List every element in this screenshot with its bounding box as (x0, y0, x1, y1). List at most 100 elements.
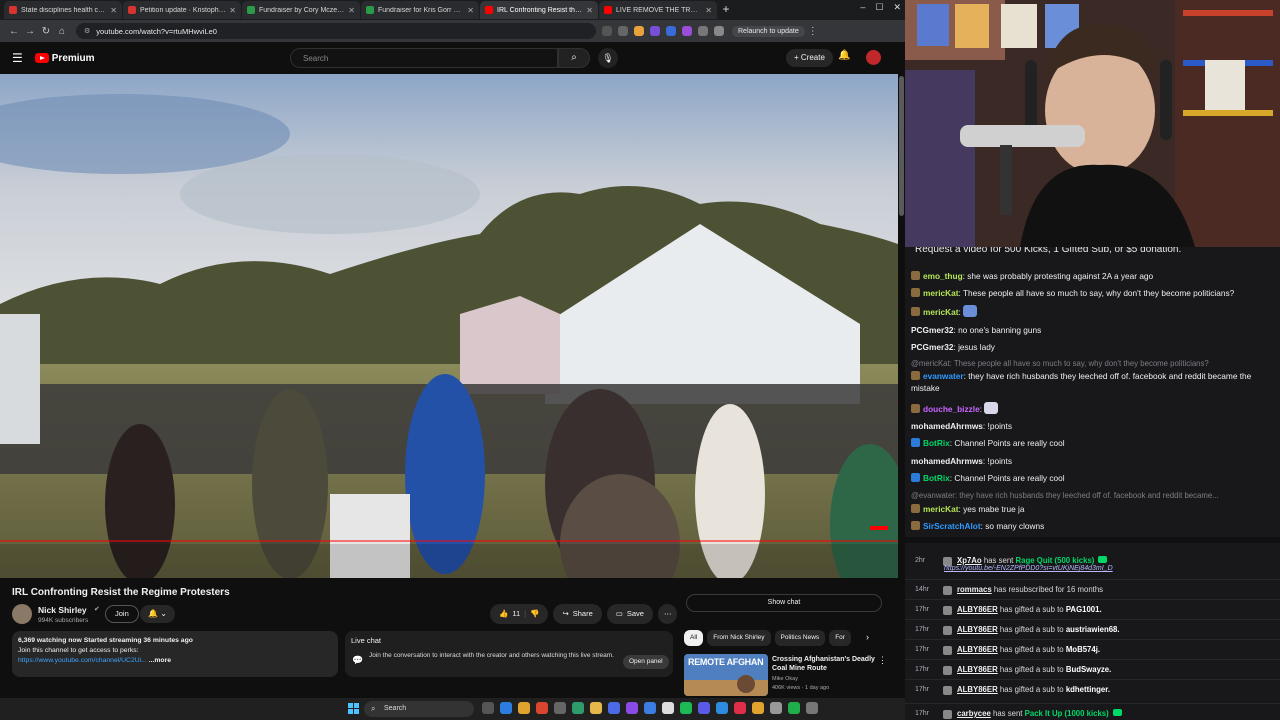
chat-username[interactable]: PCGmer32 (911, 342, 953, 352)
app-icon[interactable] (536, 702, 548, 714)
minimize-icon[interactable]: – (860, 2, 865, 13)
chat-username[interactable]: mericKat (923, 307, 959, 317)
puzzle-icon[interactable] (698, 26, 708, 36)
chat-username[interactable]: BotRix (923, 473, 950, 483)
create-button[interactable]: + Create (786, 49, 833, 67)
recommended-video[interactable]: REMOTE AFGHAN Crossing Afghanistan's Dea… (684, 654, 894, 696)
youtube-logo[interactable]: Premium (34, 53, 95, 64)
close-tab-icon[interactable]: ✕ (586, 6, 593, 15)
file-explorer-icon[interactable] (590, 702, 602, 714)
channel-link[interactable]: https://www.youtube.com/channel/UC2Ui... (18, 657, 147, 664)
spotify-icon[interactable] (680, 702, 692, 714)
relaunch-button[interactable]: Relaunch to update (732, 25, 805, 37)
join-button[interactable]: Join (105, 605, 139, 623)
notification-settings-button[interactable]: 🔔 ⌄ (140, 605, 175, 623)
close-tab-icon[interactable]: ✕ (229, 6, 236, 15)
chat-username[interactable]: douche_bizzle (923, 404, 980, 414)
channel-avatar[interactable] (12, 604, 32, 624)
page-scrollbar[interactable] (898, 74, 905, 696)
close-tab-icon[interactable]: ✕ (467, 6, 474, 15)
recommended-thumbnail[interactable]: REMOTE AFGHAN (684, 654, 768, 696)
account-avatar[interactable] (866, 50, 881, 65)
forward-icon[interactable]: → (22, 26, 38, 37)
show-chat-button[interactable]: Show chat (686, 594, 882, 612)
event-user[interactable]: carbycee (957, 709, 991, 718)
extension-icon[interactable] (666, 26, 676, 36)
save-button[interactable]: ▭ Save (606, 604, 653, 624)
chat-username[interactable]: emo_thug (923, 271, 963, 281)
extension-icon[interactable] (682, 26, 692, 36)
browser-tab[interactable]: IRL Confronting Resist the R ✕ (480, 1, 598, 19)
back-icon[interactable]: ← (6, 26, 22, 37)
kebab-menu-icon[interactable]: ⋮ (805, 26, 821, 37)
more-link[interactable]: ...more (149, 657, 171, 664)
app-icon[interactable] (608, 702, 620, 714)
app-icon[interactable] (644, 702, 656, 714)
chat-username[interactable]: PCGmer32 (911, 325, 953, 335)
event-user[interactable]: ALBY86ER (957, 665, 998, 674)
browser-tab[interactable]: Fundraiser by Cory Mczenna : ✕ (242, 1, 360, 19)
taskbar-search[interactable]: ⌕ Search (364, 701, 474, 717)
browser-tab[interactable]: LIVE REMOVE THE TRUMP REG✕ (599, 1, 717, 19)
site-info-icon[interactable]: ⚙ (84, 27, 90, 35)
chevron-right-icon[interactable]: › (866, 632, 869, 642)
extension-icon[interactable] (650, 26, 660, 36)
event-user[interactable]: ALBY86ER (957, 645, 998, 654)
more-actions-icon[interactable]: ⋯ (657, 604, 678, 624)
like-button[interactable]: 👍 11 | 👎 (490, 604, 549, 624)
event-user[interactable]: rommacs (957, 585, 992, 594)
windows-start-icon[interactable] (348, 703, 359, 714)
scrollbar-thumb[interactable] (899, 76, 904, 216)
open-panel-button[interactable]: Open panel (623, 655, 669, 669)
video-player[interactable] (0, 74, 898, 578)
event-user[interactable]: ALBY86ER (957, 685, 998, 694)
app-icon[interactable] (788, 702, 800, 714)
notifications-bell-icon[interactable]: 🔔 (838, 50, 850, 61)
event-user[interactable]: ALBY86ER (957, 625, 998, 634)
event-user[interactable]: Xp7Ao (957, 556, 982, 565)
chat-username[interactable]: SirScratchAlot (923, 521, 981, 531)
new-tab-icon[interactable]: + (718, 2, 734, 18)
chat-username[interactable]: evanwater (923, 371, 964, 381)
reload-icon[interactable]: ↻ (38, 26, 54, 37)
close-icon[interactable]: ✕ (893, 2, 901, 13)
chat-username[interactable]: mericKat (923, 504, 959, 514)
app-icon[interactable] (554, 702, 566, 714)
chrome-icon[interactable] (518, 702, 530, 714)
close-tab-icon[interactable]: ✕ (110, 6, 117, 15)
profile-icon[interactable] (714, 26, 724, 36)
chat-username[interactable]: mohamedAhrmws (911, 421, 983, 431)
app-icon[interactable] (716, 702, 728, 714)
search-button[interactable]: ⌕ (558, 48, 590, 68)
maximize-icon[interactable]: ☐ (875, 2, 883, 13)
search-input[interactable]: Search (290, 48, 558, 68)
event-link[interactable]: https://youtu.be/-EN2ZPfPDD0?si=vtUKjNEj… (944, 565, 1113, 572)
description-box[interactable]: 6,369 watching now Started streaming 36 … (12, 631, 338, 677)
filter-chip[interactable]: For (829, 630, 851, 646)
app-icon[interactable] (734, 702, 746, 714)
task-view-icon[interactable] (482, 702, 494, 714)
app-icon[interactable] (626, 702, 638, 714)
hamburger-menu-icon[interactable]: ☰ (12, 51, 23, 65)
browser-tab[interactable]: Petition update · Kristopher's s ✕ (123, 1, 241, 19)
app-icon[interactable] (752, 702, 764, 714)
url-input[interactable]: ⚙ youtube.com/watch?v=rtuMHwviLe0 (76, 23, 596, 39)
bookmark-star-icon[interactable] (618, 26, 628, 36)
app-icon[interactable] (770, 702, 782, 714)
filter-chip[interactable]: Politics News (774, 630, 826, 646)
install-icon[interactable] (602, 26, 612, 36)
filter-chip[interactable]: All (684, 630, 704, 646)
home-icon[interactable]: ⌂ (54, 26, 70, 37)
chat-username[interactable]: mohamedAhrmws (911, 456, 983, 466)
event-user[interactable]: ALBY86ER (957, 605, 998, 614)
chat-username[interactable]: BotRix (923, 438, 950, 448)
share-button[interactable]: ↪ Share (553, 604, 602, 624)
edge-icon[interactable] (500, 702, 512, 714)
chat-username[interactable]: mericKat (923, 288, 959, 298)
filter-chip[interactable]: From Nick Shirley (707, 630, 771, 646)
kebab-menu-icon[interactable]: ⋮ (878, 655, 887, 666)
close-tab-icon[interactable]: ✕ (705, 6, 712, 15)
microphone-icon[interactable]: 🎙 (598, 48, 618, 68)
app-icon[interactable] (662, 702, 674, 714)
app-icon[interactable] (806, 702, 818, 714)
